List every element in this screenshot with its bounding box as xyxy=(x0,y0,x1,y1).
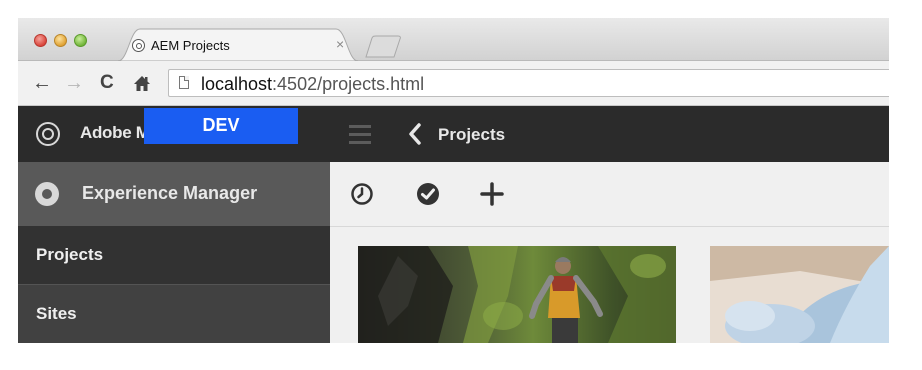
aem-app: Adobe Marketing Cloud DEV Experience Man… xyxy=(18,106,889,343)
minimize-window-button[interactable] xyxy=(54,34,67,47)
url-host: localhost xyxy=(201,74,273,94)
rail-header: Adobe Marketing Cloud DEV xyxy=(18,106,330,162)
rail-item-label: Sites xyxy=(36,304,77,323)
aem-favicon-icon xyxy=(132,39,145,52)
back-arrow-icon[interactable]: ← xyxy=(32,73,52,93)
tab-title: AEM Projects xyxy=(151,38,230,53)
rail-item-projects[interactable]: Projects xyxy=(18,226,330,284)
home-icon[interactable] xyxy=(132,73,152,93)
close-window-button[interactable] xyxy=(34,34,47,47)
menu-icon[interactable] xyxy=(349,125,371,144)
check-circle-icon[interactable] xyxy=(416,182,440,206)
url-path: :4502/projects.html xyxy=(272,74,425,94)
browser-toolbar: ← → C localhost:4502/projects.html xyxy=(18,61,889,106)
chevron-left-icon[interactable] xyxy=(408,122,422,146)
product-header[interactable]: Experience Manager xyxy=(18,162,330,226)
breadcrumb: Projects xyxy=(438,125,506,144)
plus-icon[interactable] xyxy=(480,182,504,206)
product-title: Experience Manager xyxy=(82,183,258,203)
reload-icon[interactable]: C xyxy=(100,73,114,93)
main-content: Projects xyxy=(330,106,889,343)
hiker-canyon-image xyxy=(358,246,676,343)
environment-badge: DEV xyxy=(144,108,298,144)
action-bar xyxy=(330,162,889,227)
browser-tab-active[interactable]: AEM Projects × xyxy=(118,27,358,61)
top-bar: Projects xyxy=(330,106,889,162)
clock-icon[interactable] xyxy=(350,182,374,206)
tab-strip: AEM Projects × xyxy=(18,18,889,61)
person-photo-image xyxy=(710,246,889,343)
new-tab-button[interactable] xyxy=(364,35,404,59)
tab-close-icon[interactable]: × xyxy=(336,36,344,52)
zoom-window-button[interactable] xyxy=(74,34,87,47)
browser-window: AEM Projects × ← → C localhost:4502/proj… xyxy=(18,18,889,343)
navigation-rail: Adobe Marketing Cloud DEV Experience Man… xyxy=(18,106,330,343)
rail-item-label: Projects xyxy=(36,245,104,264)
url-text: localhost:4502/projects.html xyxy=(201,74,424,95)
forward-arrow-icon[interactable]: → xyxy=(64,73,84,93)
rail-item-sites[interactable]: Sites xyxy=(18,284,330,343)
project-card-thumbnail[interactable] xyxy=(710,246,889,343)
marketing-cloud-logo-icon xyxy=(36,122,60,146)
project-card-thumbnail[interactable] xyxy=(358,246,676,343)
page-icon xyxy=(179,76,189,89)
address-bar[interactable]: localhost:4502/projects.html xyxy=(168,69,889,97)
experience-manager-icon xyxy=(35,182,59,206)
